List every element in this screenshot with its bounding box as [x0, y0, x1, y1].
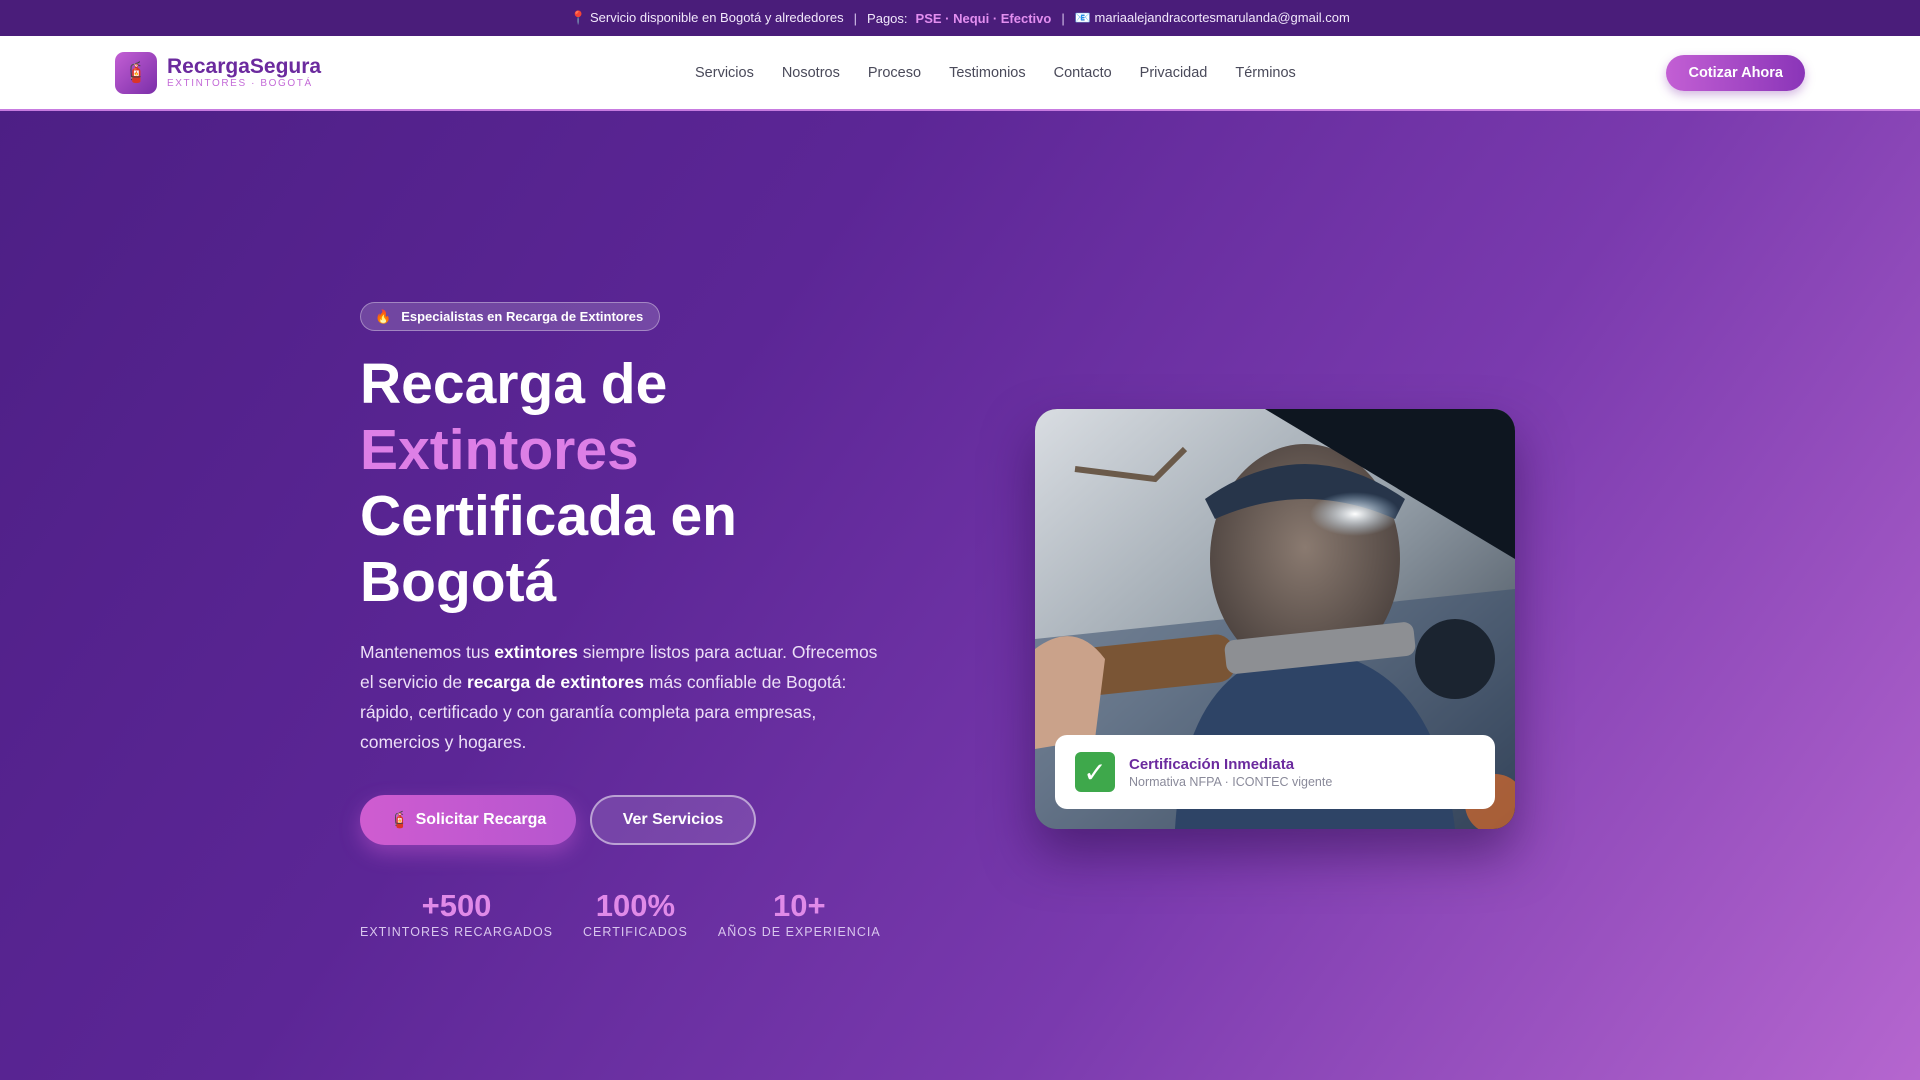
stat-number: 100%	[595, 888, 676, 923]
top-info-bar: 📍 Servicio disponible en Bogotá y alrede…	[0, 0, 1920, 36]
hero-title-line3: Certificada en	[360, 484, 737, 548]
hero-content: 🔥 Especialistas en Recarga de Extintores…	[360, 302, 900, 939]
stat-item: +500 EXTINTORES RECARGADOS	[360, 888, 554, 940]
brand-name: RecargaSegura	[167, 55, 322, 78]
stat-label: AÑOS DE EXPERIENCIA	[717, 925, 881, 939]
hero-image-card: ✓ Certificación Inmediata Normativa NFPA…	[1035, 409, 1515, 829]
certification-badge: ✓ Certificación Inmediata Normativa NFPA…	[1055, 735, 1495, 809]
nav-link-proceso[interactable]: Proceso	[868, 65, 921, 81]
certification-subtitle: Normativa NFPA · ICONTEC vigente	[1129, 774, 1333, 789]
separator: |	[1061, 10, 1065, 26]
desc-bold: recarga de extintores	[467, 672, 645, 692]
fire-extinguisher-icon: 🧯	[115, 51, 157, 94]
nav-link-nosotros[interactable]: Nosotros	[782, 65, 840, 81]
stat-label: EXTINTORES RECARGADOS	[360, 925, 554, 939]
stat-label: CERTIFICADOS	[583, 925, 688, 939]
stat-item: 100% CERTIFICADOS	[583, 888, 688, 940]
contact-email[interactable]: 📧 mariaalejandracortesmarulanda@gmail.co…	[1075, 10, 1350, 26]
payments-label: Pagos:	[867, 10, 908, 26]
specialist-badge-text: Especialistas en Recarga de Extintores	[401, 309, 644, 324]
brand-subtitle: EXTINTORES · BOGOTÁ	[167, 78, 313, 89]
nav-link-contacto[interactable]: Contacto	[1054, 65, 1112, 81]
fire-extinguisher-icon: 🧯	[389, 812, 410, 829]
desc-bold: extintores	[494, 642, 578, 662]
certification-title: Certificación Inmediata	[1129, 755, 1295, 773]
hero-title-line4: Bogotá	[360, 550, 557, 614]
check-icon: ✓	[1075, 752, 1115, 792]
nav-link-privacidad[interactable]: Privacidad	[1140, 65, 1208, 81]
location-text: 📍 Servicio disponible en Bogotá y alrede…	[570, 10, 844, 25]
request-recharge-label: Solicitar Recarga	[415, 811, 547, 828]
specialist-badge: 🔥 Especialistas en Recarga de Extintores	[360, 302, 661, 331]
view-services-button[interactable]: Ver Servicios	[590, 795, 756, 845]
main-navbar: 🧯 RecargaSegura EXTINTORES · BOGOTÁ Serv…	[0, 36, 1920, 111]
request-recharge-button[interactable]: 🧯 Solicitar Recarga	[360, 795, 576, 845]
hero-title-line1: Recarga de	[360, 352, 668, 416]
stat-number: +500	[421, 888, 492, 923]
nav-link-servicios[interactable]: Servicios	[695, 65, 754, 81]
hero-buttons: 🧯 Solicitar Recarga Ver Servicios	[360, 795, 900, 845]
nav-link-terminos[interactable]: Términos	[1235, 65, 1295, 81]
hero-title-highlight: Extintores	[360, 418, 639, 482]
fire-icon: 🔥	[375, 308, 392, 324]
desc-part: Mantenemos tus	[360, 642, 495, 662]
nav-menu: Servicios Nosotros Proceso Testimonios C…	[695, 65, 1296, 81]
hero-description: Mantenemos tus extintores siempre listos…	[360, 637, 890, 757]
brand-logo[interactable]: 🧯 RecargaSegura EXTINTORES · BOGOTÁ	[115, 51, 322, 94]
hero-section: 🔥 Especialistas en Recarga de Extintores…	[0, 111, 1920, 1080]
nav-link-testimonios[interactable]: Testimonios	[949, 65, 1026, 81]
stat-number: 10+	[772, 888, 826, 923]
stats-row: +500 EXTINTORES RECARGADOS 100% CERTIFIC…	[360, 888, 900, 940]
quote-now-button[interactable]: Cotizar Ahora	[1666, 55, 1805, 91]
separator: |	[853, 10, 858, 26]
stat-item: 10+ AÑOS DE EXPERIENCIA	[717, 888, 881, 940]
hero-title: Recarga de Extintores Certificada en Bog…	[360, 351, 900, 615]
payment-methods: PSE · Nequi · Efectivo	[915, 10, 1052, 26]
